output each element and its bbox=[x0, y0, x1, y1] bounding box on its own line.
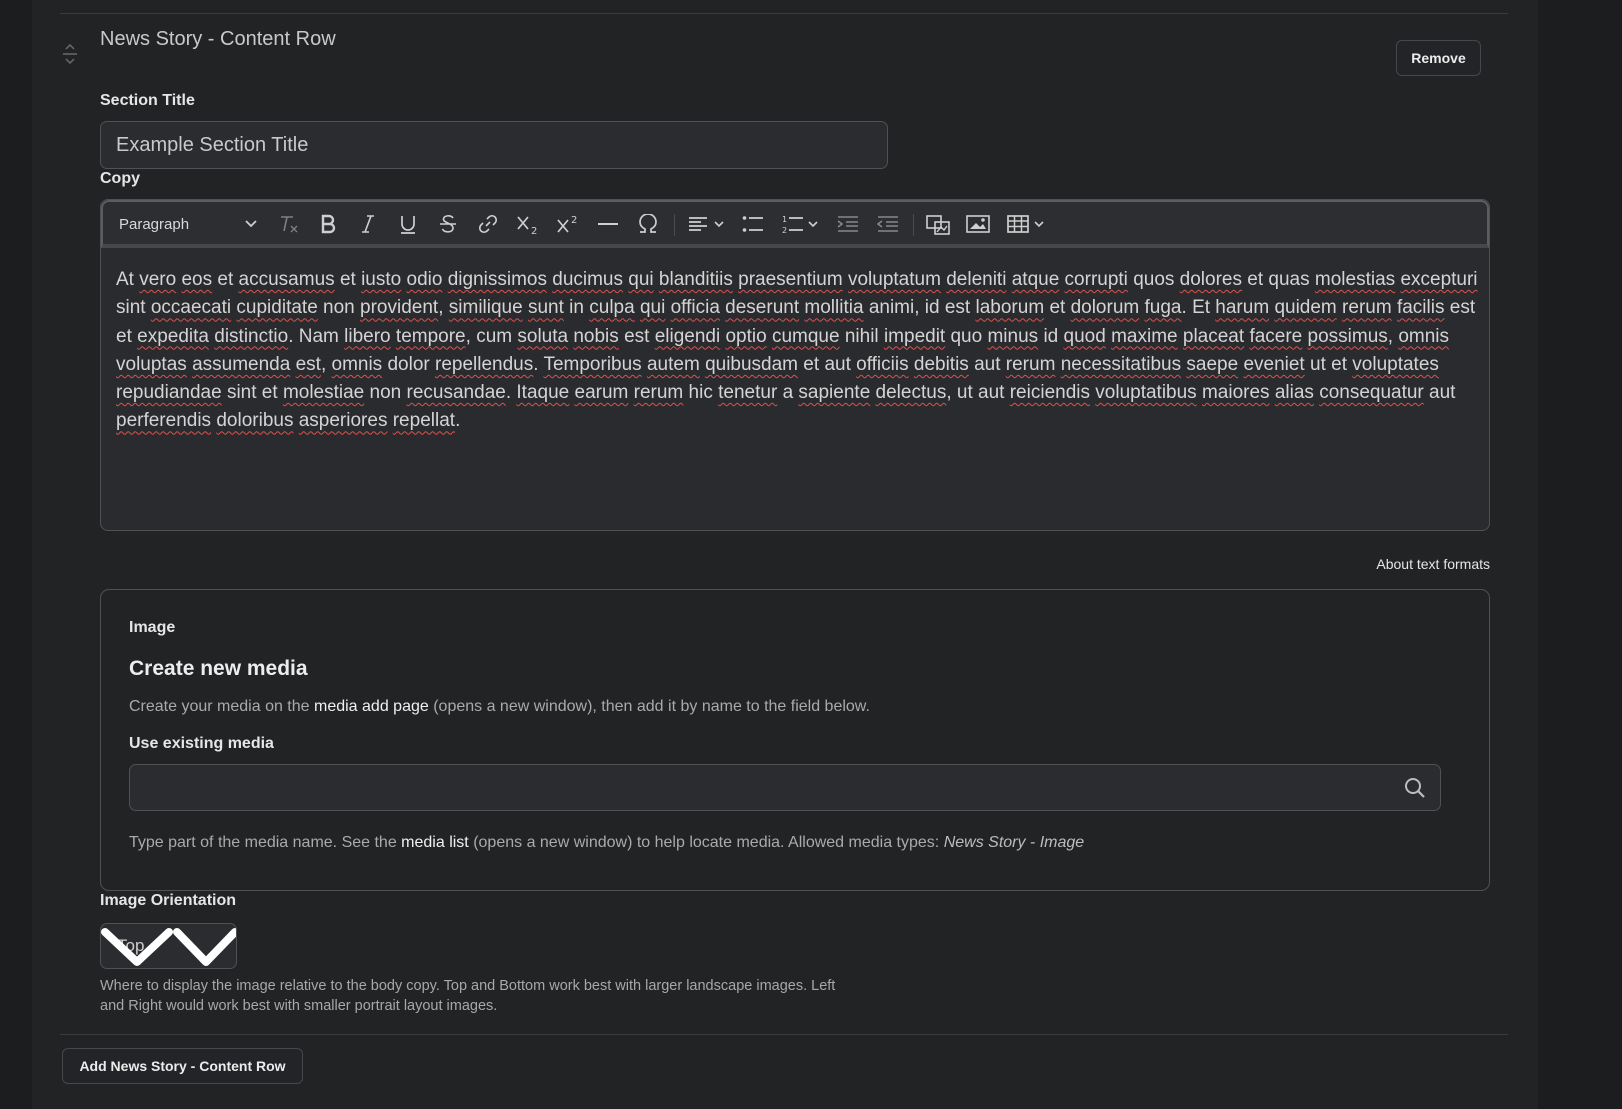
outdent-icon[interactable] bbox=[873, 202, 903, 246]
subscript-icon[interactable]: 2 bbox=[513, 202, 543, 246]
image-media-fieldset: Image Create new media Create your media… bbox=[100, 589, 1490, 891]
toolbar-separator bbox=[674, 214, 675, 236]
allowed-media-types: News Story - Image bbox=[943, 834, 1085, 851]
content-row-title: News Story - Content Row bbox=[100, 28, 336, 50]
svg-text:2: 2 bbox=[782, 226, 787, 234]
underline-icon[interactable] bbox=[393, 202, 423, 246]
svg-text:2: 2 bbox=[531, 226, 537, 235]
desc-text: (opens a new window), then add it by nam… bbox=[428, 698, 870, 715]
indent-icon[interactable] bbox=[833, 202, 863, 246]
media-help-text: Type part of the media name. See the med… bbox=[129, 834, 1084, 852]
paragraph-format-dropdown[interactable]: Paragraph bbox=[119, 202, 189, 246]
link-icon[interactable] bbox=[473, 202, 503, 246]
create-media-description: Create your media on the media add page … bbox=[129, 698, 870, 716]
paragraph-format-label: Paragraph bbox=[119, 215, 190, 233]
insert-table-icon[interactable] bbox=[1003, 202, 1033, 246]
copy-editor-text[interactable]: At vero eos et accusamus et iusto odio d… bbox=[116, 266, 1481, 436]
insert-media-icon[interactable] bbox=[923, 202, 953, 246]
use-existing-media-label: Use existing media bbox=[129, 735, 274, 752]
top-divider bbox=[60, 13, 1508, 14]
chevron-down-icon bbox=[101, 928, 236, 966]
insert-image-icon[interactable] bbox=[963, 202, 993, 246]
about-text-formats-link[interactable]: About text formats bbox=[1376, 556, 1490, 572]
image-label: Image bbox=[129, 619, 176, 636]
copy-editor[interactable]: Paragraph 2 2 1 2 At vero eos et accusam… bbox=[100, 199, 1490, 531]
section-title-label: Section Title bbox=[100, 92, 195, 109]
bottom-divider bbox=[60, 1034, 1508, 1035]
align-icon[interactable] bbox=[683, 202, 713, 246]
remove-button[interactable]: Remove bbox=[1396, 40, 1481, 76]
add-content-row-button[interactable]: Add News Story - Content Row bbox=[62, 1048, 303, 1084]
table-chevron-down-icon[interactable] bbox=[1031, 202, 1047, 246]
bold-icon[interactable] bbox=[313, 202, 343, 246]
search-icon[interactable] bbox=[1404, 777, 1426, 799]
chevron-down-icon[interactable] bbox=[243, 202, 259, 246]
create-new-media-heading: Create new media bbox=[129, 657, 308, 680]
section-title-value: Example Section Title bbox=[116, 133, 309, 156]
help-text: (opens a new window) to help locate medi… bbox=[468, 834, 944, 851]
special-characters-icon[interactable] bbox=[633, 202, 663, 246]
svg-text:1: 1 bbox=[782, 215, 787, 224]
copy-label: Copy bbox=[100, 170, 140, 187]
image-orientation-label: Image Orientation bbox=[100, 892, 237, 909]
desc-text: Create your media on the bbox=[129, 698, 314, 715]
horizontal-line-icon[interactable] bbox=[593, 202, 623, 246]
toolbar-separator bbox=[913, 214, 914, 236]
media-list-link[interactable]: media list bbox=[401, 834, 469, 851]
align-chevron-down-icon[interactable] bbox=[711, 202, 727, 246]
image-orientation-select[interactable]: Top bbox=[100, 923, 237, 969]
media-search-input[interactable] bbox=[129, 764, 1441, 811]
editor-toolbar: Paragraph 2 2 1 2 bbox=[101, 200, 1489, 248]
media-add-page-link[interactable]: media add page bbox=[314, 698, 429, 715]
drag-handle-icon[interactable] bbox=[62, 43, 78, 65]
list-chevron-down-icon[interactable] bbox=[805, 202, 821, 246]
svg-text:2: 2 bbox=[571, 215, 577, 226]
strikethrough-icon[interactable] bbox=[433, 202, 463, 246]
section-title-input[interactable]: Example Section Title bbox=[100, 121, 888, 169]
bulleted-list-icon[interactable] bbox=[738, 202, 768, 246]
help-text: Type part of the media name. See the bbox=[129, 834, 402, 851]
numbered-list-icon[interactable]: 12 bbox=[778, 202, 808, 246]
remove-format-icon[interactable] bbox=[273, 202, 303, 246]
superscript-icon[interactable]: 2 bbox=[553, 202, 583, 246]
image-orientation-help: Where to display the image relative to t… bbox=[100, 978, 836, 1014]
italic-icon[interactable] bbox=[353, 202, 383, 246]
